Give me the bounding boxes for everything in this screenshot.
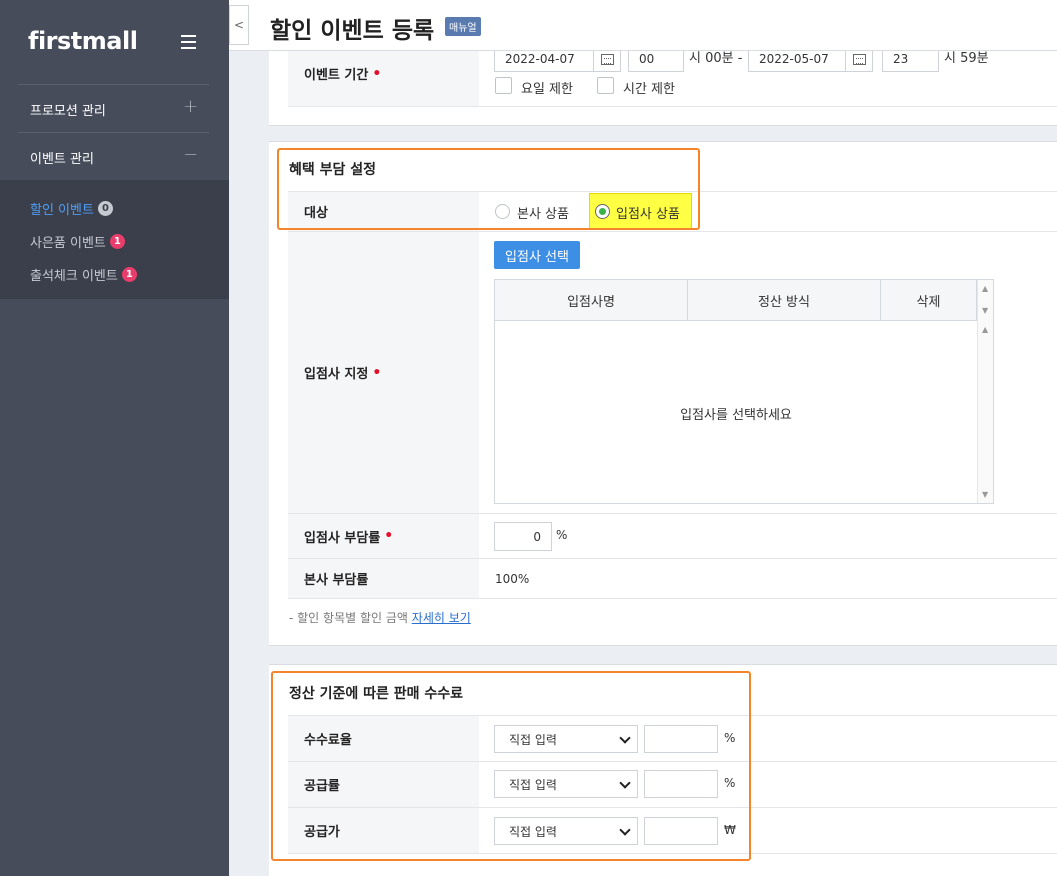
back-button[interactable]: <	[229, 5, 249, 45]
radio-head-product[interactable]	[495, 204, 510, 219]
section-title: 혜택 부담 설정	[289, 162, 377, 178]
percent-unit: %	[556, 528, 568, 542]
commission-rate-input[interactable]	[644, 725, 718, 753]
page-title: 할인 이벤트 등록	[270, 18, 435, 44]
select-vendor-button[interactable]: 입점사 선택	[494, 241, 580, 269]
sidebar-item-attendance-event[interactable]: 출석체크 이벤트 1	[30, 265, 137, 284]
vendor-assign-row: 입점사 지정 • 입점사 선택 입점사명 정산 방식 삭제 ▲ ▼ ▲ ▼ 입점사…	[288, 232, 1057, 514]
count-badge: 1	[121, 267, 137, 282]
supply-price-row: 공급가 직접 입력 ₩	[288, 808, 1057, 854]
event-period-card: 이벤트 기간 • 2022-04-07 00 시 00분 - 2022-05-07…	[269, 40, 1057, 126]
divider	[18, 132, 209, 133]
grid-header: 입점사명 정산 방식 삭제	[495, 280, 993, 321]
time-limit-label: 시간 제한	[623, 82, 675, 97]
supply-price-select[interactable]: 직접 입력	[494, 817, 638, 845]
time-limit-checkbox[interactable]	[597, 77, 614, 94]
radio-head-product-label: 본사 상품	[517, 207, 569, 222]
won-unit: ₩	[724, 823, 736, 837]
supply-rate-label: 공급률	[288, 762, 479, 807]
benefit-card: 혜택 부담 설정 대상 본사 상품 입점사 상품 입점사 지정 • 입점사 선택 …	[269, 141, 1057, 646]
expand-icon[interactable]: +	[183, 96, 198, 117]
head-ratio-row: 본사 부담률 100%	[288, 559, 1057, 599]
percent-unit: %	[724, 731, 736, 745]
grid-column-vendor-name: 입점사명	[495, 280, 688, 321]
chevron-down-icon	[619, 824, 631, 836]
grid-scrollbar[interactable]: ▲ ▼ ▲ ▼	[977, 280, 993, 503]
nav-group-promotion[interactable]: 프로모션 관리	[30, 100, 106, 119]
grid-empty-message: 입점사를 선택하세요	[680, 408, 792, 423]
radio-vendor-product[interactable]	[595, 204, 610, 219]
sidebar-item-discount-event[interactable]: 할인 이벤트 0	[30, 199, 113, 218]
supply-rate-input[interactable]	[644, 770, 718, 798]
day-limit-checkbox[interactable]	[495, 77, 512, 94]
count-badge: 0	[97, 201, 113, 216]
sidebar-item-label: 출석체크 이벤트	[30, 269, 118, 284]
collapse-icon[interactable]: −	[183, 144, 198, 165]
section-title: 정산 기준에 따른 판매 수수료	[289, 686, 464, 702]
vendor-ratio-input[interactable]: 0	[494, 522, 552, 551]
vendor-ratio-row: 입점사 부담률 • 0 %	[288, 514, 1057, 559]
grid-column-delete: 삭제	[881, 280, 977, 321]
discount-note: - 할인 항목별 할인 금액 자세히 보기	[289, 611, 471, 625]
head-ratio-label: 본사 부담률	[288, 559, 479, 598]
sidebar-item-gift-event[interactable]: 사은품 이벤트 1	[30, 232, 125, 251]
sidebar-item-label: 사은품 이벤트	[30, 236, 106, 251]
target-label: 대상	[288, 192, 479, 231]
grid-column-settlement: 정산 방식	[688, 280, 881, 321]
detail-link[interactable]: 자세히 보기	[412, 611, 471, 625]
vendor-grid: 입점사명 정산 방식 삭제 ▲ ▼ ▲ ▼ 입점사를 선택하세요	[494, 279, 994, 504]
radio-vendor-product-label: 입점사 상품	[616, 207, 680, 222]
brand-logo[interactable]: firstmall	[28, 27, 138, 55]
page-header: < 할인 이벤트 등록 매뉴얼	[229, 0, 1057, 51]
vendor-ratio-label: 입점사 부담률 •	[288, 514, 479, 558]
commission-card: 정산 기준에 따른 판매 수수료 수수료율 직접 입력 % 공급률 직접 입력 …	[269, 664, 1057, 876]
supply-rate-select[interactable]: 직접 입력	[494, 770, 638, 798]
commission-rate-select[interactable]: 직접 입력	[494, 725, 638, 753]
supply-rate-row: 공급률 직접 입력 %	[288, 762, 1057, 808]
chevron-down-icon	[619, 732, 631, 744]
chevron-down-icon	[619, 777, 631, 789]
sidebar: firstmall 프로모션 관리 + 이벤트 관리 − 할인 이벤트 0 사은…	[0, 0, 229, 876]
commission-rate-row: 수수료율 직접 입력 %	[288, 715, 1057, 762]
count-badge: 1	[109, 234, 125, 249]
subnav: 할인 이벤트 0 사은품 이벤트 1 출석체크 이벤트 1	[0, 180, 229, 299]
day-limit-label: 요일 제한	[521, 82, 573, 97]
supply-price-label: 공급가	[288, 808, 479, 853]
target-row: 대상 본사 상품 입점사 상품	[288, 191, 1057, 232]
manual-tag[interactable]: 매뉴얼	[445, 17, 481, 36]
sidebar-item-label: 할인 이벤트	[30, 203, 94, 218]
commission-rate-label: 수수료율	[288, 716, 479, 761]
divider	[18, 84, 209, 85]
vendor-assign-label: 입점사 지정 •	[288, 232, 479, 513]
supply-price-input[interactable]	[644, 817, 718, 845]
percent-unit: %	[724, 776, 736, 790]
nav-group-event[interactable]: 이벤트 관리	[30, 148, 94, 167]
head-ratio-value: 100%	[495, 572, 530, 586]
menu-icon[interactable]	[181, 35, 196, 49]
